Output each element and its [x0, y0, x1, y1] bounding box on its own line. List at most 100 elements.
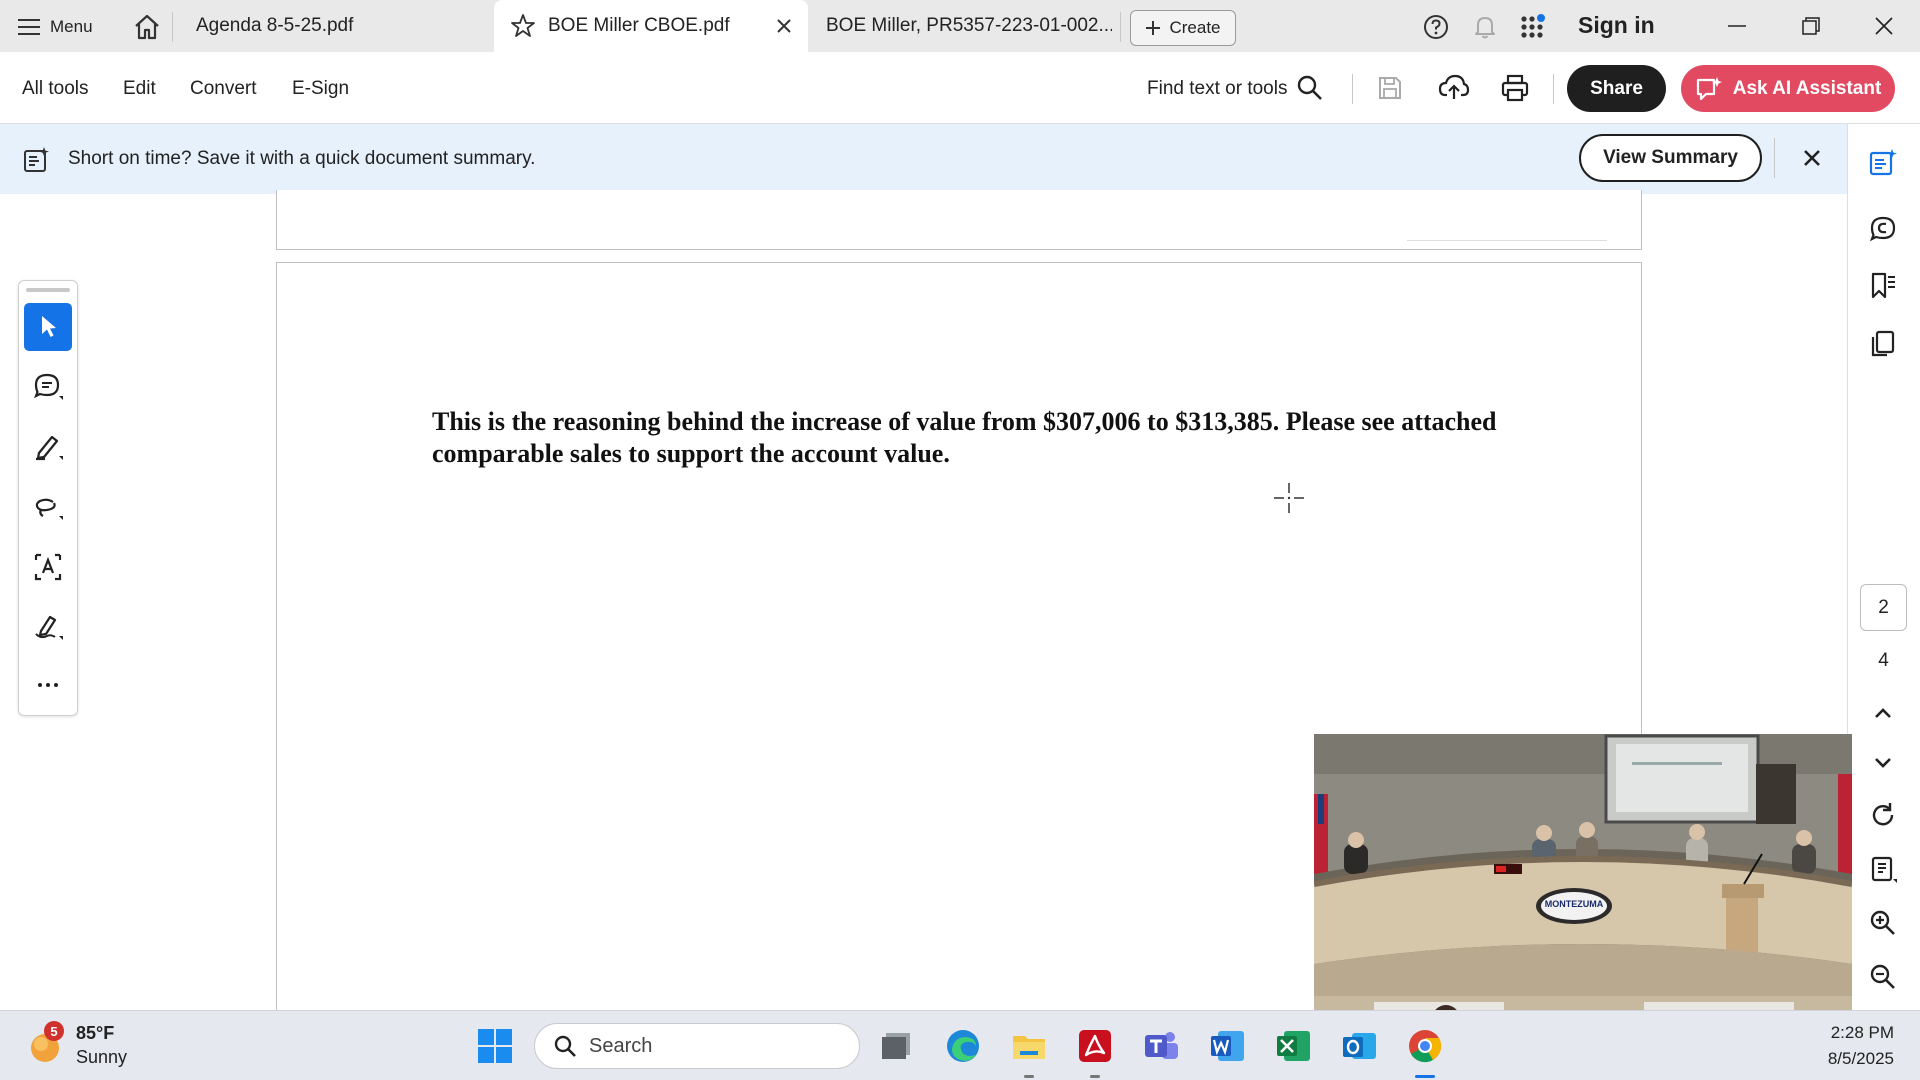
hamburger-icon — [18, 19, 40, 35]
zoom-in-button[interactable] — [1866, 906, 1900, 940]
home-button[interactable] — [132, 12, 162, 42]
search-icon — [554, 1035, 576, 1057]
meeting-video-overlay[interactable]: MONTEZUMA — [1314, 734, 1852, 1036]
microsoft-teams[interactable] — [1142, 1027, 1180, 1065]
menu-label: Menu — [50, 17, 93, 36]
apps-button[interactable] — [1518, 12, 1548, 42]
weather-widget[interactable]: 5 — [28, 1021, 64, 1065]
current-page-input[interactable]: 2 — [1860, 584, 1907, 631]
rotate-button[interactable] — [1866, 798, 1900, 832]
create-button[interactable]: Create — [1130, 10, 1236, 46]
sign-tool[interactable] — [24, 603, 72, 651]
meeting-room-scene — [1314, 734, 1852, 1036]
page-display-button[interactable] — [1866, 852, 1900, 886]
view-summary-button[interactable]: View Summary — [1579, 134, 1762, 182]
bookmarks-panel-button[interactable] — [1866, 268, 1900, 302]
previous-page-button[interactable] — [1866, 696, 1900, 730]
ask-ai-assistant-button[interactable]: Ask AI Assistant — [1681, 65, 1895, 112]
county-seal-text: MONTEZUMA — [1544, 899, 1604, 909]
print-button[interactable] — [1500, 73, 1530, 103]
clock-time[interactable]: 2:28 PM — [1831, 1023, 1894, 1043]
running-app-indicator — [1090, 1075, 1100, 1078]
star-icon[interactable] — [510, 13, 536, 39]
word-icon — [1211, 1031, 1244, 1061]
weather-temperature: 85°F — [76, 1023, 115, 1043]
restore-button[interactable] — [1791, 10, 1831, 42]
total-pages: 4 — [1878, 650, 1889, 671]
more-dots-icon — [38, 683, 58, 687]
pen-icon — [36, 435, 63, 461]
summary-icon — [22, 146, 50, 174]
help-icon — [1424, 15, 1448, 39]
draw-tool[interactable] — [24, 483, 72, 531]
menu-convert[interactable]: Convert — [190, 78, 257, 100]
tab-boe-miller-cboe[interactable]: BOE Miller CBOE.pdf — [494, 0, 808, 52]
taskbar-search-placeholder: Search — [589, 1034, 653, 1057]
close-tab-icon[interactable] — [776, 18, 792, 34]
divider — [1352, 74, 1353, 104]
edge-browser[interactable] — [944, 1027, 982, 1065]
document-body-text: This is the reasoning behind the increas… — [432, 407, 1497, 468]
printer-icon — [1501, 74, 1529, 102]
summary-panel-button[interactable] — [1866, 146, 1900, 180]
menu-edit[interactable]: Edit — [123, 78, 156, 100]
microsoft-word[interactable] — [1208, 1027, 1246, 1065]
tab-boe-miller-pr[interactable]: BOE Miller, PR5357-223-01-002... — [812, 0, 1112, 52]
zoom-out-button[interactable] — [1866, 960, 1900, 994]
menu-e-sign[interactable]: E-Sign — [292, 78, 349, 100]
outlook-icon — [1343, 1033, 1376, 1059]
start-button[interactable] — [476, 1027, 514, 1065]
search-button[interactable] — [1296, 74, 1324, 102]
menu-all-tools[interactable]: All tools — [22, 78, 89, 100]
divider — [1120, 12, 1121, 42]
save-button[interactable] — [1376, 74, 1404, 102]
menu-button[interactable]: Menu — [18, 12, 93, 42]
chevron-up-icon — [1875, 708, 1891, 718]
google-chrome[interactable] — [1406, 1027, 1444, 1065]
weather-badge: 5 — [44, 1021, 64, 1041]
ai-button-label: Ask AI Assistant — [1732, 77, 1882, 99]
task-view-button[interactable] — [878, 1027, 916, 1065]
share-button[interactable]: Share — [1567, 65, 1666, 112]
sign-in-link[interactable]: Sign in — [1578, 12, 1655, 39]
comment-tool[interactable] — [24, 363, 72, 411]
close-banner-button[interactable] — [1803, 149, 1821, 167]
upload-button[interactable] — [1438, 72, 1470, 102]
find-text-or-tools[interactable]: Find text or tools — [1147, 78, 1287, 100]
page-layout-icon — [1871, 856, 1897, 883]
next-page-button[interactable] — [1866, 746, 1900, 780]
file-explorer[interactable] — [1010, 1027, 1048, 1065]
ai-assistant-icon — [1696, 76, 1722, 100]
teams-icon — [1145, 1032, 1178, 1059]
zoom-out-icon — [1870, 964, 1895, 989]
signature-pen-icon — [35, 615, 63, 640]
help-button[interactable] — [1421, 12, 1451, 42]
restore-icon — [1802, 17, 1820, 35]
previous-page — [276, 190, 1642, 250]
close-window-button[interactable] — [1864, 10, 1904, 42]
taskbar-search[interactable]: Search — [534, 1023, 860, 1069]
right-rail: 2 4 — [1847, 124, 1920, 1010]
summary-banner: Short on time? Save it with a quick docu… — [0, 124, 1847, 194]
clock-date[interactable]: 8/5/2025 — [1828, 1049, 1894, 1069]
microsoft-excel[interactable] — [1274, 1027, 1312, 1065]
search-icon — [1297, 75, 1322, 100]
highlight-tool[interactable] — [24, 423, 72, 471]
comments-icon — [1869, 216, 1896, 242]
text-tool[interactable] — [24, 543, 72, 591]
select-tool[interactable] — [24, 303, 72, 351]
bookmark-icon — [1871, 272, 1895, 299]
palette-grip[interactable] — [26, 288, 70, 292]
minimize-button[interactable] — [1717, 10, 1757, 42]
chrome-icon — [1409, 1030, 1442, 1063]
microsoft-outlook[interactable] — [1340, 1027, 1378, 1065]
more-tools-button[interactable] — [24, 661, 72, 709]
comments-panel-button[interactable] — [1866, 212, 1900, 246]
create-label: Create — [1169, 18, 1221, 37]
notifications-button[interactable] — [1470, 12, 1500, 42]
tab-label: Agenda 8-5-25.pdf — [196, 15, 354, 36]
adobe-acrobat[interactable] — [1076, 1027, 1114, 1065]
pages-panel-button[interactable] — [1866, 326, 1900, 360]
freehand-lasso-icon — [35, 498, 63, 520]
tab-agenda[interactable]: Agenda 8-5-25.pdf — [176, 0, 486, 52]
